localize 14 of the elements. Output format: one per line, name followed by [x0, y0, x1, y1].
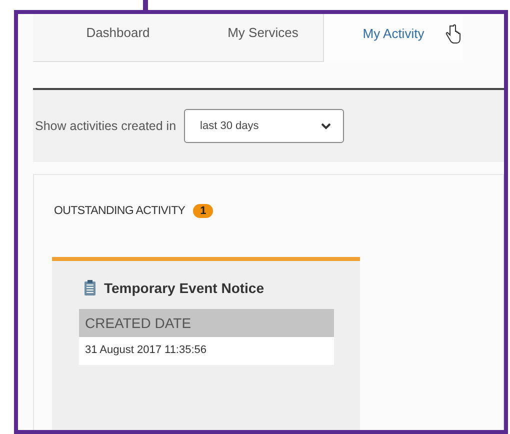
section-title: OUTSTANDING ACTIVITY	[54, 205, 186, 217]
filter-label: Show activities created in	[35, 119, 176, 133]
field-label: CREATED DATE	[79, 309, 334, 337]
period-dropdown[interactable]: last 30 days	[184, 109, 344, 143]
chevron-down-icon	[321, 122, 332, 130]
tab[interactable]: Dashboard	[33, 14, 203, 62]
activity-card[interactable]: Temporary Event Notice CREATED DATE 31 August 2017 11:35:56	[52, 257, 360, 430]
hand-cursor-icon	[445, 24, 461, 44]
clipboard-icon	[84, 280, 96, 296]
tab[interactable]: My Activity	[323, 14, 463, 62]
field-value: 31 August 2017 11:35:56	[79, 337, 334, 365]
card-title: Temporary Event Notice	[104, 280, 264, 296]
count-badge: 1	[193, 204, 214, 218]
tab[interactable]: My Services	[203, 14, 323, 62]
